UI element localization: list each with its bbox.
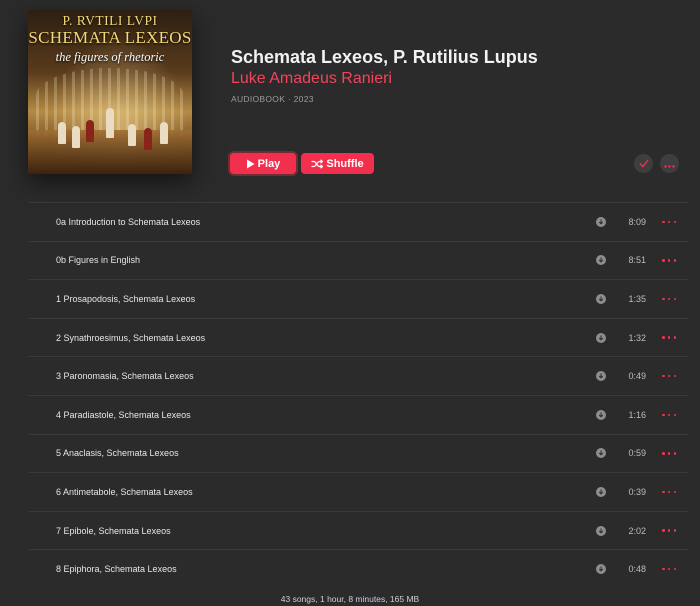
shuffle-label: Shuffle <box>326 157 364 170</box>
artwork-figure <box>72 126 80 148</box>
track-duration: 0:49 <box>628 371 646 382</box>
play-icon <box>246 159 255 169</box>
album-artwork[interactable]: P. RVTILI LVPI SCHEMATA LEXEOS the figur… <box>28 10 192 174</box>
track-duration: 1:16 <box>628 409 646 420</box>
track-row[interactable]: 0a Introduction to Schemata Lexeos 8:09 <box>29 202 688 241</box>
track-title: 0b Figures in English <box>56 255 141 266</box>
download-icon[interactable] <box>596 216 606 227</box>
track-list: 0a Introduction to Schemata Lexeos 8:09 … <box>29 202 688 588</box>
track-row[interactable]: 3 Paronomasia, Schemata Lexeos 0:49 <box>29 356 688 395</box>
track-duration: 1:32 <box>628 332 646 343</box>
album-meta: AUDIOBOOK · 2023 <box>231 94 314 104</box>
track-duration: 1:35 <box>628 293 646 304</box>
artwork-figure <box>160 122 168 144</box>
track-duration: 0:48 <box>628 564 646 575</box>
track-duration: 0:59 <box>628 448 646 459</box>
artwork-text-line-3: the figures of rhetoric <box>55 50 165 64</box>
track-title: 1 Prosapodosis, Schemata Lexeos <box>56 293 196 304</box>
play-label: Play <box>257 157 281 170</box>
track-title: 6 Antimetabole, Schemata Lexeos <box>56 486 193 497</box>
track-more-icon[interactable] <box>662 526 676 536</box>
download-icon[interactable] <box>596 486 606 497</box>
download-icon[interactable] <box>596 448 606 459</box>
track-title: 7 Epibole, Schemata Lexeos <box>56 525 171 536</box>
track-row[interactable]: 7 Epibole, Schemata Lexeos 2:02 <box>29 510 688 550</box>
track-row[interactable]: 1 Prosapodosis, Schemata Lexeos 1:35 <box>29 279 688 318</box>
track-title: 8 Epiphora, Schemata Lexeos <box>56 564 177 575</box>
track-duration: 0:39 <box>628 486 646 497</box>
track-more-icon[interactable] <box>662 371 676 381</box>
album-more-button[interactable] <box>660 154 679 173</box>
track-duration: 2:02 <box>628 525 646 536</box>
artwork-figure <box>106 108 114 138</box>
track-more-icon[interactable] <box>662 564 676 574</box>
track-more-icon[interactable] <box>662 487 676 497</box>
track-more-icon[interactable] <box>662 294 676 304</box>
artwork-text-line-2: SCHEMATA LEXEOS <box>28 28 192 47</box>
track-row[interactable]: 8 Epiphora, Schemata Lexeos 0:48 <box>29 549 688 588</box>
download-icon[interactable] <box>596 525 606 536</box>
track-title: 5 Anaclasis, Schemata Lexeos <box>56 448 179 459</box>
artwork-text-line-1: P. RVTILI LVPI <box>62 13 158 28</box>
download-icon[interactable] <box>596 293 606 304</box>
checkmark-icon <box>638 155 649 173</box>
artist-link[interactable]: Luke Amadeus Ranieri <box>231 70 392 88</box>
track-more-icon[interactable] <box>662 448 676 458</box>
track-more-icon[interactable] <box>662 255 676 265</box>
artwork-figure <box>128 124 136 146</box>
track-title: 0a Introduction to Schemata Lexeos <box>56 216 201 227</box>
track-row[interactable]: 4 Paradiastole, Schemata Lexeos 1:16 <box>29 394 688 434</box>
track-row[interactable]: 6 Antimetabole, Schemata Lexeos 0:39 <box>29 472 688 511</box>
track-more-icon[interactable] <box>662 333 676 343</box>
track-more-icon[interactable] <box>662 410 676 420</box>
more-icon <box>664 155 675 173</box>
track-title: 3 Paronomasia, Schemata Lexeos <box>56 371 194 382</box>
track-more-icon[interactable] <box>662 217 676 227</box>
track-title: 2 Synathroesimus, Schemata Lexeos <box>56 332 206 343</box>
track-duration: 8:09 <box>628 216 646 227</box>
album-title: Schemata Lexeos, P. Rutilius Lupus <box>231 47 538 67</box>
download-icon[interactable] <box>596 409 606 420</box>
track-duration: 8:51 <box>628 255 646 266</box>
download-icon[interactable] <box>596 332 606 343</box>
track-row[interactable]: 5 Anaclasis, Schemata Lexeos 0:59 <box>29 433 688 473</box>
track-title: 4 Paradiastole, Schemata Lexeos <box>56 409 191 420</box>
artwork-figure <box>58 122 66 144</box>
play-button[interactable]: Play <box>230 153 296 174</box>
artwork-figure <box>144 128 152 150</box>
track-row[interactable]: 2 Synathroesimus, Schemata Lexeos 1:32 <box>29 317 688 357</box>
artwork-figure <box>86 120 94 142</box>
shuffle-button[interactable]: Shuffle <box>301 153 374 174</box>
download-icon[interactable] <box>596 255 606 266</box>
download-icon[interactable] <box>596 564 606 575</box>
album-summary: 43 songs, 1 hour, 8 minutes, 165 MB <box>280 594 420 604</box>
added-to-library-button[interactable] <box>634 154 653 173</box>
shuffle-icon <box>311 158 324 169</box>
track-row[interactable]: 0b Figures in English 8:51 <box>29 240 688 280</box>
download-icon[interactable] <box>596 371 606 382</box>
